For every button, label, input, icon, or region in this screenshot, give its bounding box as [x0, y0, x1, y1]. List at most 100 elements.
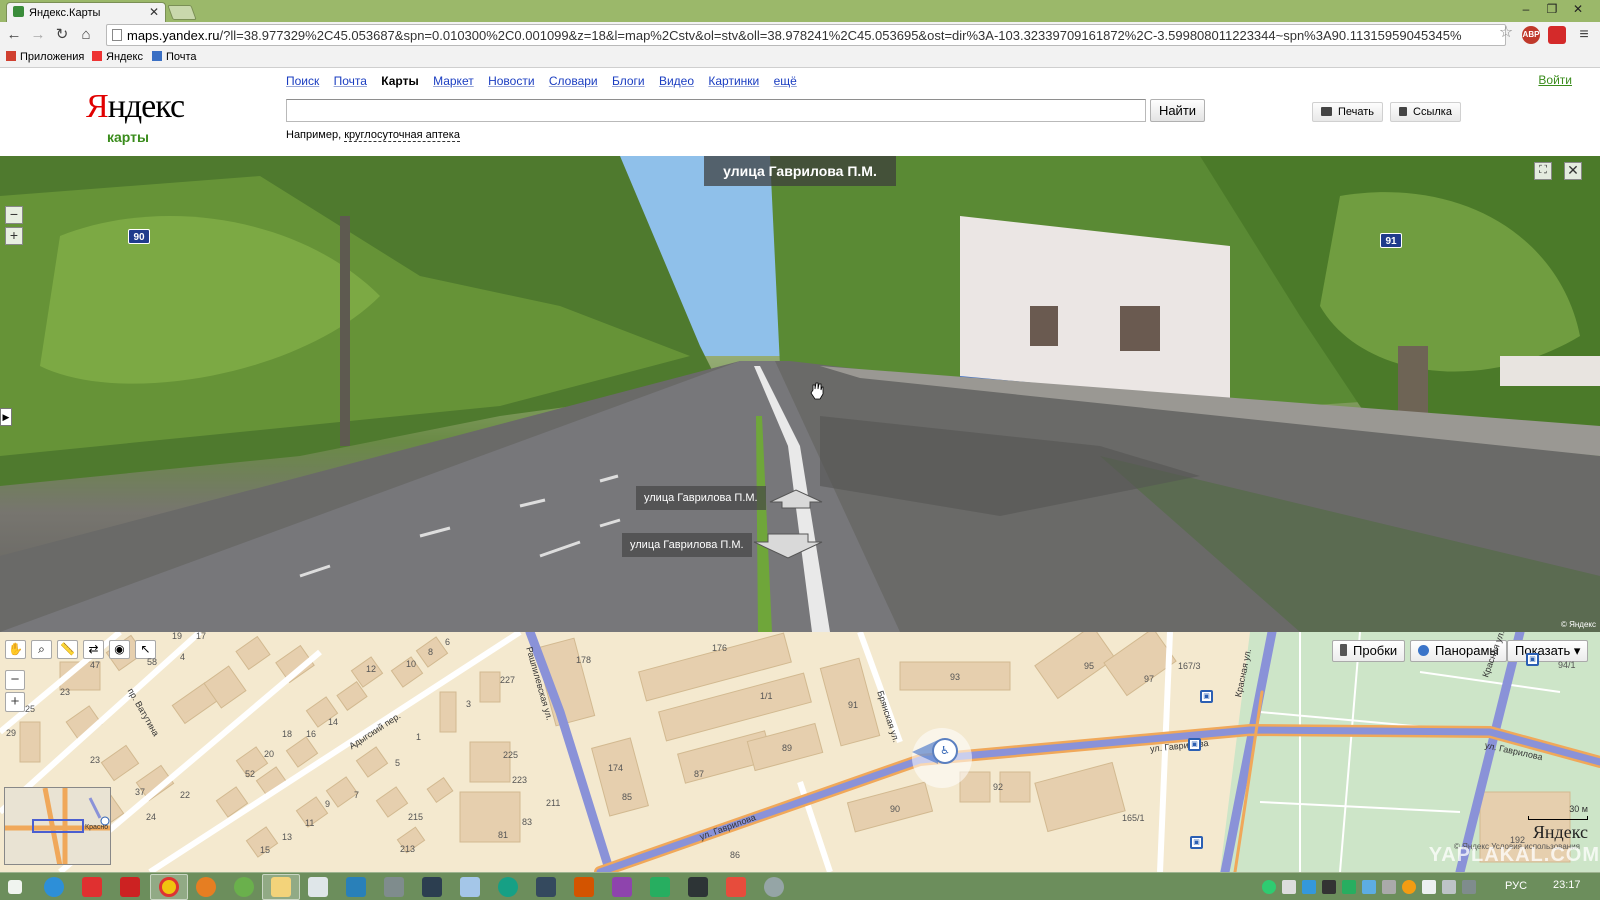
app-icon[interactable]: [764, 877, 784, 897]
service-mail[interactable]: Почта: [334, 74, 367, 88]
traffic-button[interactable]: Пробки: [1332, 640, 1406, 662]
tray-icon[interactable]: [1342, 880, 1356, 894]
map-zoom-in-button[interactable]: +: [5, 692, 25, 712]
house-number: 1/1: [760, 691, 773, 701]
close-window-icon[interactable]: ✕: [1566, 2, 1590, 16]
print-button[interactable]: Печать: [1312, 102, 1384, 122]
search-button[interactable]: Найти: [1150, 99, 1205, 122]
panorama-expand-icon[interactable]: ▶: [0, 408, 12, 426]
app-icon[interactable]: [346, 877, 366, 897]
app-icon[interactable]: [234, 877, 254, 897]
panorama-fullscreen-icon[interactable]: ⛶: [1534, 162, 1552, 180]
back-arrow-label[interactable]: улица Гаврилова П.М.: [622, 533, 752, 557]
app-icon[interactable]: [422, 877, 442, 897]
yandex-app-icon[interactable]: [82, 877, 102, 897]
forward-arrow-icon[interactable]: →: [28, 26, 48, 44]
service-market[interactable]: Маркет: [433, 74, 474, 88]
tray-check-icon[interactable]: [1262, 880, 1276, 894]
back-arrow-icon[interactable]: ←: [4, 26, 24, 44]
app-icon[interactable]: [384, 877, 404, 897]
tray-icon[interactable]: [1382, 880, 1396, 894]
panorama-close-icon[interactable]: ✕: [1564, 162, 1582, 180]
excel-icon[interactable]: [650, 877, 670, 897]
tray-volume-icon[interactable]: [1282, 880, 1296, 894]
service-video[interactable]: Видео: [659, 74, 694, 88]
bus-stop-icon[interactable]: ▣: [1188, 738, 1201, 751]
tray-icon[interactable]: [1322, 880, 1336, 894]
bus-stop-icon[interactable]: ▣: [1200, 690, 1213, 703]
windows-start-icon[interactable]: [8, 880, 22, 894]
service-news[interactable]: Новости: [488, 74, 534, 88]
magnifier-tool-icon[interactable]: ⌕: [31, 640, 52, 659]
adblock-extension-icon[interactable]: ABP: [1522, 26, 1540, 44]
app-icon[interactable]: [498, 877, 518, 897]
ie-icon[interactable]: [44, 877, 64, 897]
bookmark-star-icon[interactable]: ☆: [1496, 24, 1516, 42]
house-number: 9: [325, 799, 331, 809]
show-layers-dropdown[interactable]: Показать ▾: [1507, 640, 1589, 662]
service-blogs[interactable]: Блоги: [612, 74, 645, 88]
service-search[interactable]: Поиск: [286, 74, 319, 88]
browser-tab[interactable]: Яндекс.Карты ✕: [6, 2, 166, 22]
bus-stop-icon[interactable]: ▣: [1190, 836, 1203, 849]
reload-icon[interactable]: ↻: [52, 26, 72, 44]
home-icon[interactable]: ⌂: [76, 26, 96, 44]
bookmark-apps[interactable]: Приложения: [6, 51, 84, 63]
login-link[interactable]: Войти: [1538, 73, 1572, 87]
forward-arrow-icon[interactable]: [766, 486, 826, 510]
street-panorama[interactable]: улица Гаврилова П.М. − + ⛶ ✕ 90 91 улица…: [0, 156, 1600, 632]
bookmark-yandex[interactable]: Яндекс: [92, 51, 143, 63]
example-query-link[interactable]: круглосуточная аптека: [344, 129, 460, 142]
map-base: [0, 632, 1600, 872]
app-icon[interactable]: [726, 877, 746, 897]
extension-icon[interactable]: [1548, 26, 1566, 44]
firefox-icon[interactable]: [196, 877, 216, 897]
close-tab-icon[interactable]: ✕: [149, 5, 159, 19]
map-zoom-out-button[interactable]: −: [5, 670, 25, 690]
hand-tool-icon[interactable]: ✋: [5, 640, 26, 659]
minimize-window-icon[interactable]: –: [1514, 2, 1538, 16]
input-language[interactable]: РУС: [1505, 880, 1527, 892]
ruler-tool-icon[interactable]: 📏: [57, 640, 78, 659]
steam-icon[interactable]: [536, 877, 556, 897]
panorama-zoom-out-button[interactable]: −: [5, 206, 23, 224]
folder-icon[interactable]: [271, 877, 291, 897]
app-icon[interactable]: [688, 877, 708, 897]
forward-arrow-label[interactable]: улица Гаврилова П.М.: [636, 486, 766, 510]
tray-battery-icon[interactable]: [1442, 880, 1456, 894]
app-icon[interactable]: [460, 877, 480, 897]
yandex-logo[interactable]: Яндекс: [86, 88, 185, 126]
overview-minimap[interactable]: Красно: [4, 787, 111, 865]
search-input[interactable]: [286, 99, 1146, 122]
chrome-icon[interactable]: [159, 877, 179, 897]
app-icon[interactable]: [574, 877, 594, 897]
panorama-tool-icon[interactable]: ◉: [109, 640, 130, 659]
service-dictionaries[interactable]: Словари: [549, 74, 598, 88]
house-number: 85: [622, 792, 633, 802]
bus-stop-icon[interactable]: ▣: [1526, 653, 1539, 666]
document-icon[interactable]: [308, 877, 328, 897]
bookmark-mail[interactable]: Почта: [152, 51, 197, 63]
service-images[interactable]: Картинки: [708, 74, 759, 88]
yandex-browser-icon[interactable]: [120, 877, 140, 897]
back-arrow-icon[interactable]: [752, 530, 826, 560]
link-button[interactable]: Ссылка: [1390, 102, 1461, 122]
windows-taskbar: РУС 23:17: [0, 872, 1600, 900]
yandex-icon: [92, 51, 102, 61]
restore-window-icon[interactable]: ❐: [1540, 2, 1564, 16]
new-tab-button[interactable]: [167, 5, 197, 20]
route-tool-icon[interactable]: ⇄: [83, 640, 104, 659]
clock[interactable]: 23:17: [1553, 879, 1581, 891]
panorama-zoom-in-button[interactable]: +: [5, 227, 23, 245]
tray-bluetooth-icon[interactable]: [1302, 880, 1316, 894]
panorama-position-marker[interactable]: ♿: [912, 728, 972, 788]
map-view[interactable]: ✋ ⌕ 📏 ⇄ ◉ ↖ − + Пробки Панорамы Показать…: [0, 632, 1600, 872]
address-bar[interactable]: maps.yandex.ru/?ll=38.977329%2C45.053687…: [106, 24, 1506, 46]
tray-icon[interactable]: [1402, 880, 1416, 894]
chrome-menu-icon[interactable]: ≡: [1574, 26, 1594, 44]
service-more[interactable]: ещё: [774, 74, 797, 88]
app-icon[interactable]: [612, 877, 632, 897]
tray-icon[interactable]: [1362, 880, 1376, 894]
tray-icon[interactable]: [1462, 880, 1476, 894]
tray-network-icon[interactable]: [1422, 880, 1436, 894]
